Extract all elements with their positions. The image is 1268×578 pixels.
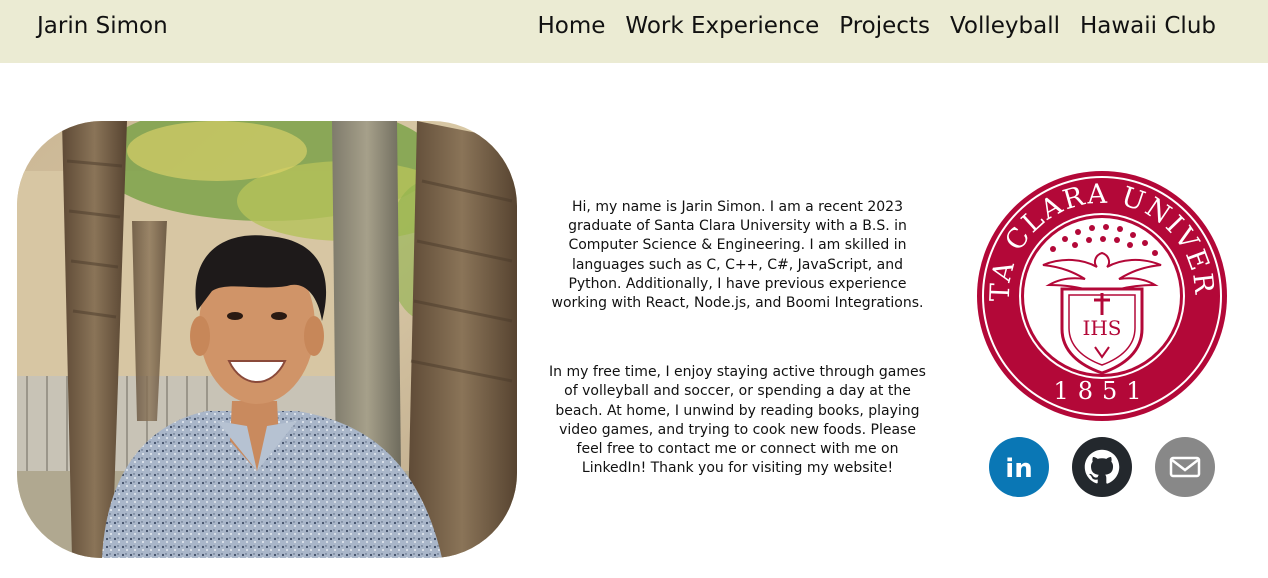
nav-links: Home Work Experience Projects Volleyball…	[538, 13, 1217, 39]
github-button[interactable]	[1072, 437, 1132, 497]
profile-photo	[17, 121, 517, 558]
about-paragraph-intro: Hi, my name is Jarin Simon. I am a recen…	[551, 199, 924, 312]
navbar: Jarin Simon Home Work Experience Project…	[0, 0, 1268, 63]
about-section: Hi, my name is Jarin Simon. I am a recen…	[545, 198, 930, 478]
nav-home[interactable]: Home	[538, 13, 606, 39]
seal-year-text: 1851	[1053, 377, 1150, 405]
university-seal: SANTA CLARA UNIVERSITY 1851 IHS	[962, 145, 1229, 423]
github-icon	[1084, 449, 1120, 484]
seal-monogram: IHS	[1082, 316, 1121, 340]
about-paragraph-hobbies: In my free time, I enjoy staying active …	[549, 364, 926, 477]
linkedin-icon: in	[1005, 454, 1032, 484]
nav-work-experience[interactable]: Work Experience	[625, 13, 819, 39]
svg-text:in: in	[1005, 454, 1032, 484]
social-links: in	[989, 437, 1215, 497]
nav-projects[interactable]: Projects	[839, 13, 930, 39]
linkedin-button[interactable]: in	[989, 437, 1049, 497]
email-button[interactable]	[1155, 437, 1215, 497]
nav-hawaii-club[interactable]: Hawaii Club	[1080, 13, 1216, 39]
mail-icon	[1169, 456, 1201, 478]
nav-volleyball[interactable]: Volleyball	[950, 13, 1060, 39]
brand-link[interactable]: Jarin Simon	[37, 13, 168, 39]
